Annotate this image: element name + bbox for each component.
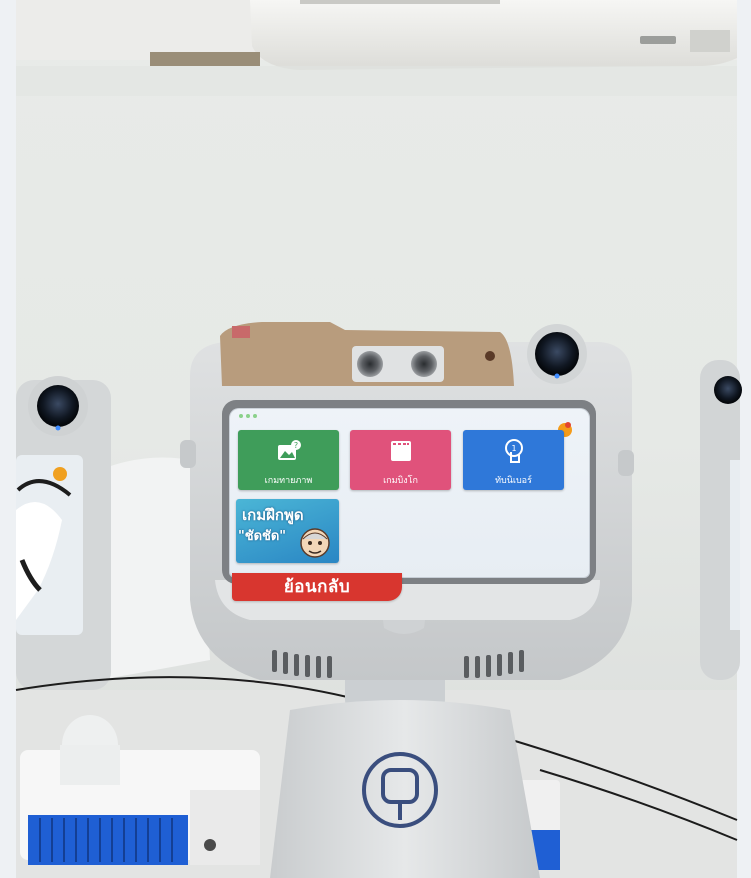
bingo-card-icon [390,441,411,461]
tile-picture-guess-game[interactable]: ? เกมทายภาพ [238,430,339,490]
svg-text:?: ? [293,441,297,450]
tile-label: ทับนิเบอร์ [495,476,532,486]
photo-frame: ? เกมทายภาพ เกมบิงโก 1 ทับนิเบอร์ เกมฝึก… [0,0,751,878]
touch-number-icon: 1 [504,439,523,463]
tile-label: เกมทายภาพ [264,476,313,486]
back-button[interactable]: ย้อนกลับ [232,573,402,601]
speech-game-subtitle: "ชัดชัด" [238,529,287,544]
speech-game-title: เกมฝึกพูด [242,506,304,524]
right-robot [700,360,742,680]
tile-label: เกมบิงโก [383,476,418,486]
status-dots [239,414,257,418]
old-man-cartoon-icon [300,528,330,558]
tile-speech-practice-game[interactable]: เกมฝึกพูด "ชัดชัด" [236,499,339,563]
tile-bingo-game[interactable]: เกมบิงโก [350,430,451,490]
tile-number-game[interactable]: 1 ทับนิเบอร์ [463,430,564,490]
robot-screen: ? เกมทายภาพ เกมบิงโก 1 ทับนิเบอร์ เกมฝึก… [229,408,590,578]
svg-text:1: 1 [511,444,516,453]
image-question-icon: ? [277,440,301,460]
left-robot [16,376,111,690]
